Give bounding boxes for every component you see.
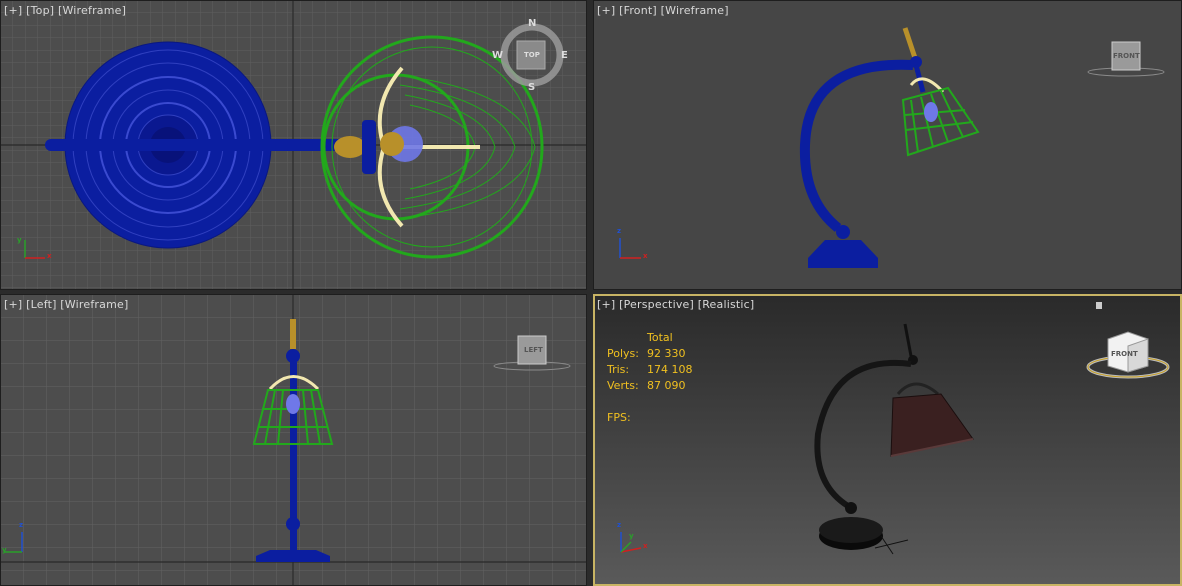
- viewcube-face-label: FRONT: [1113, 52, 1140, 60]
- viewport-label-perspective[interactable]: [+] [Perspective] [Realistic]: [597, 298, 754, 311]
- brass-joint: [334, 136, 366, 158]
- axis-x-label: x: [643, 252, 648, 260]
- viewport-label-left[interactable]: [+] [Left] [Wireframe]: [4, 298, 128, 311]
- lamp-base: [256, 550, 330, 562]
- viewcube-face-label: TOP: [524, 51, 540, 59]
- stats-row-verts: Verts: 87 090: [607, 379, 686, 392]
- viewcube-face-label: LEFT: [524, 346, 543, 354]
- viewport-label-top[interactable]: [+] [Top] [Wireframe]: [4, 4, 126, 17]
- viewport-front[interactable]: [+] [Front] [Wireframe] FRONT z x: [593, 0, 1182, 290]
- stats-row-fps: FPS:: [607, 411, 631, 424]
- axis-x-label: x: [643, 542, 648, 550]
- front-view-canvas: [593, 0, 1182, 290]
- viewport-label-front[interactable]: [+] [Front] [Wireframe]: [597, 4, 729, 17]
- compass-w: W: [492, 50, 504, 61]
- lamp-stem: [290, 362, 297, 522]
- stats-row-polys: Polys: 92 330: [607, 347, 686, 360]
- stats-row-tris: Tris: 174 108: [607, 363, 693, 376]
- lamp-base: [808, 240, 878, 268]
- viewport-perspective[interactable]: [+] [Perspective] [Realistic] Total Poly…: [593, 294, 1182, 586]
- axis-x-label: x: [47, 252, 52, 260]
- compass-e: E: [561, 50, 568, 61]
- stats-header: Total: [647, 331, 673, 344]
- viewport-top[interactable]: [+] [Top] [Wireframe] TOP N S E W y x: [0, 0, 587, 290]
- compass-n: N: [528, 18, 537, 29]
- compass-s: S: [528, 82, 536, 93]
- axis-y-label: y: [629, 532, 634, 540]
- viewport-left[interactable]: [+] [Left] [Wireframe] LEFT z y: [0, 294, 587, 586]
- home-icon[interactable]: [1096, 302, 1102, 309]
- left-view-canvas: [0, 294, 587, 586]
- lamp-arm: [799, 59, 914, 232]
- top-view-canvas: [0, 0, 587, 290]
- statistics-overlay: Total Polys: 92 330 Tris: 174 108 Verts: 87…: [607, 330, 727, 426]
- axis-y-label: y: [17, 236, 22, 244]
- axis-z-label: z: [617, 521, 622, 529]
- lamp-shade-wireframe-front: [901, 86, 980, 157]
- axis-z-label: z: [19, 521, 24, 529]
- viewcube-face-label: FRONT: [1111, 350, 1138, 358]
- axis-y-label: y: [2, 546, 7, 554]
- axis-z-label: z: [617, 227, 622, 235]
- axis-tripod-front: [619, 238, 641, 259]
